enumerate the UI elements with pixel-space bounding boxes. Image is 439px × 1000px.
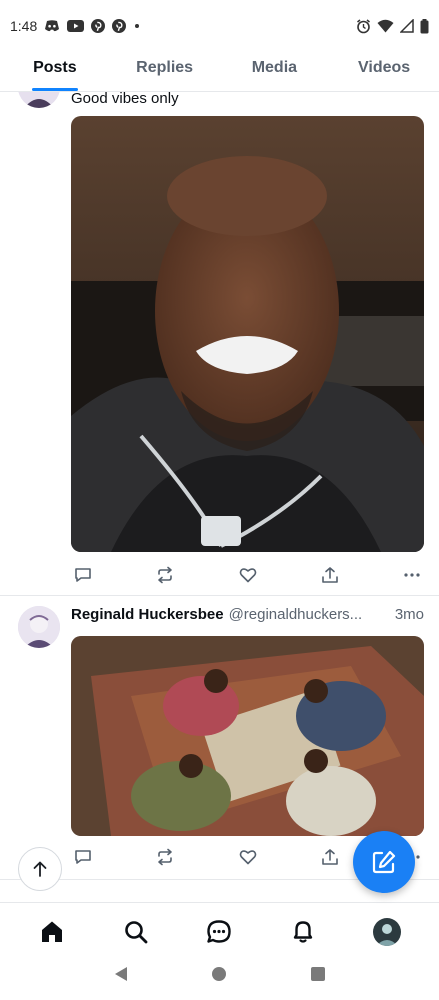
author-name[interactable]: Reginald Huckersbee: [71, 606, 224, 623]
compose-button[interactable]: [353, 831, 415, 893]
feed: Good vibes only Reginald Huckersbee @reg…: [0, 92, 439, 902]
like-icon[interactable]: [236, 845, 260, 869]
repost-icon[interactable]: [153, 563, 177, 587]
nav-search[interactable]: [114, 910, 158, 954]
status-left: 1:48: [10, 18, 141, 34]
search-icon: [124, 920, 148, 943]
system-nav: [0, 952, 439, 1000]
tab-media[interactable]: Media: [220, 52, 330, 91]
more-icon[interactable]: [400, 563, 424, 587]
tab-videos[interactable]: Videos: [329, 52, 439, 91]
discord-icon: [44, 20, 60, 32]
dot-icon: [133, 22, 141, 30]
like-icon[interactable]: [236, 563, 260, 587]
reply-icon[interactable]: [71, 563, 95, 587]
tab-replies[interactable]: Replies: [110, 52, 220, 91]
home-icon: [41, 921, 62, 942]
post-item[interactable]: Good vibes only: [0, 92, 439, 594]
back-icon[interactable]: [113, 966, 129, 987]
youtube-icon: [67, 20, 85, 32]
post-actions: [71, 562, 424, 588]
compose-icon: [372, 850, 396, 874]
share-icon[interactable]: [318, 845, 342, 869]
scroll-to-top-button[interactable]: [18, 847, 62, 891]
repost-icon[interactable]: [153, 845, 177, 869]
tab-posts[interactable]: Posts: [0, 52, 110, 91]
arrow-up-icon: [33, 861, 47, 877]
post-time: 3mo: [394, 606, 424, 623]
recents-icon[interactable]: [310, 966, 326, 987]
post-video-thumbnail[interactable]: [71, 116, 424, 552]
home-circle-icon[interactable]: [211, 966, 227, 987]
bell-icon: [294, 920, 313, 943]
reply-icon[interactable]: [71, 845, 95, 869]
post-header: Reginald Huckersbee @reginaldhuckers... …: [71, 606, 424, 623]
status-time: 1:48: [10, 18, 38, 34]
avatar[interactable]: [18, 92, 60, 108]
post-divider: [0, 595, 439, 596]
status-right: [356, 18, 429, 34]
wifi-icon: [377, 19, 394, 33]
nav-chat[interactable]: [197, 910, 241, 954]
nav-notifications[interactable]: [281, 910, 325, 954]
share-icon[interactable]: [318, 563, 342, 587]
nav-home[interactable]: [30, 910, 74, 954]
pinterest-icon: [91, 19, 106, 33]
post-image[interactable]: [71, 636, 424, 836]
post-text: Good vibes only: [71, 92, 179, 107]
nav-profile[interactable]: [365, 910, 409, 954]
profile-tabs: Posts Replies Media Videos: [0, 52, 439, 92]
signal-icon: [400, 19, 414, 33]
author-handle[interactable]: @reginaldhuckers...: [229, 606, 389, 623]
chat-icon: [207, 919, 232, 943]
battery-icon: [420, 18, 429, 34]
status-bar: 1:48: [0, 0, 439, 52]
avatar[interactable]: [18, 606, 60, 648]
pinterest-icon: [112, 19, 127, 33]
profile-avatar: [373, 917, 402, 946]
alarm-icon: [356, 18, 371, 34]
